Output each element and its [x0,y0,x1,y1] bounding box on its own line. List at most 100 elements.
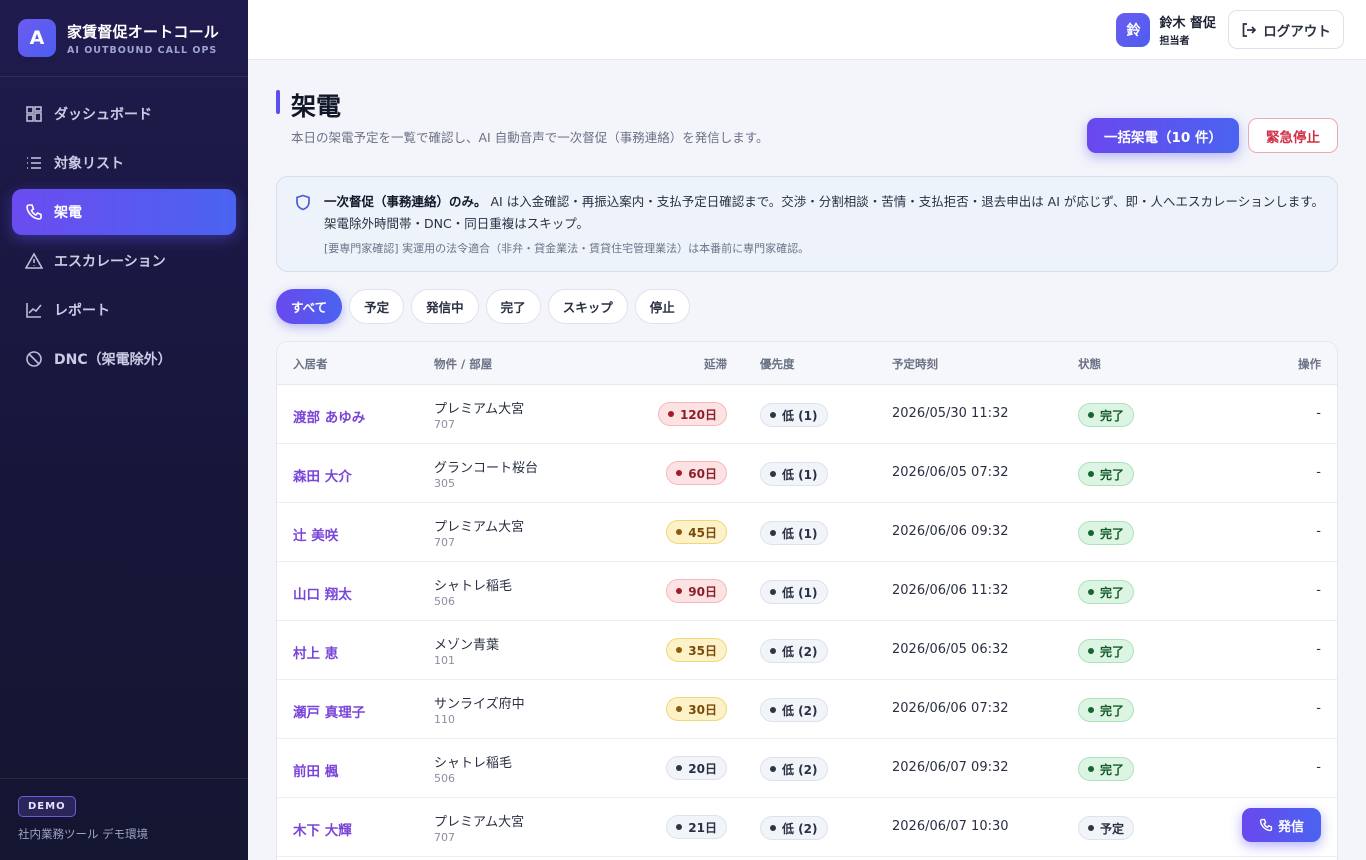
row-action: - [1316,465,1321,480]
status-badge: 完了 [1078,698,1135,722]
scheduled-time: 2026/06/05 06:32 [892,642,1009,657]
sidebar-item-escalation[interactable]: エスカレーション [12,238,236,284]
tenant-name-link[interactable]: 渡部 あゆみ [293,406,365,426]
sidebar-item-dashboard[interactable]: ダッシュボード [12,91,236,137]
tenant-name-link[interactable]: 村上 恵 [293,642,338,662]
table-row: 渡部 あゆみ プレミアム大宮 707 120日 低 (1) 2026/05/30… [277,385,1337,444]
property-name: サンライズ府中 [434,697,525,712]
status-badge: 完了 [1078,580,1135,604]
sidebar: A 家賃督促オートコール AI OUTBOUND CALL OPS ダッシュボー… [0,0,248,860]
main-content: 架電 本日の架電予定を一覧で確認し、AI 自動音声で一次督促（事務連絡）を発信し… [276,60,1338,860]
header-property: 物件 / 部屋 [434,357,493,371]
table-row: 辻 美咲 プレミアム大宮 707 45日 低 (1) 2026/06/06 09… [277,503,1337,562]
priority-badge: 低 (2) [760,816,828,840]
sidebar-item-target-list[interactable]: 対象リスト [12,140,236,186]
priority-badge: 低 (1) [760,462,828,486]
table-row: 村上 恵 メゾン青葉 101 35日 低 (2) 2026/06/05 06:3… [277,621,1337,680]
priority-badge: 低 (2) [760,757,828,781]
sidebar-item-report[interactable]: レポート [12,287,236,333]
filter-calling[interactable]: 発信中 [411,289,479,324]
page-header: 架電 本日の架電予定を一覧で確認し、AI 自動音声で一次督促（事務連絡）を発信し… [276,60,1338,176]
topbar: 鈴 鈴木 督促 担当者 ログアウト [248,0,1366,60]
table-header: 入居者 物件 / 部屋 延滞 優先度 予定時刻 状態 操作 [277,342,1337,385]
status-badge: 完了 [1078,757,1135,781]
tenant-name-link[interactable]: 前田 楓 [293,760,338,780]
filter-skipped[interactable]: スキップ [547,289,628,324]
tenant-name-link[interactable]: 山口 翔太 [293,583,352,603]
bulk-call-button[interactable]: 一括架電（10 件） [1087,118,1239,153]
scheduled-time: 2026/06/06 07:32 [892,701,1009,716]
header-name: 入居者 [293,357,328,371]
scheduled-time: 2026/06/06 11:32 [892,583,1009,598]
row-action: - [1316,642,1321,657]
sidebar-item-calls[interactable]: 架電 [12,189,236,235]
demo-badge: DEMO [18,796,76,817]
sidebar-item-label: 対象リスト [54,156,124,172]
delay-badge: 21日 [666,815,727,839]
status-badge: 完了 [1078,639,1135,663]
notice-lead: 一次督促（事務連絡）のみ。 [324,194,487,209]
sidebar-item-label: レポート [54,303,110,319]
page-subtitle: 本日の架電予定を一覧で確認し、AI 自動音声で一次督促（事務連絡）を発信します。 [291,130,769,145]
room-number: 707 [434,831,455,844]
dial-button[interactable]: 発信 [1242,808,1321,842]
status-badge: 完了 [1078,521,1135,545]
scheduled-time: 2026/06/06 09:32 [892,524,1009,539]
priority-badge: 低 (1) [760,521,828,545]
header-action: 操作 [1298,357,1321,371]
sidebar-item-label: ダッシュボード [54,107,152,123]
row-action: - [1316,701,1321,716]
table-row: 瀬戸 真理子 サンライズ府中 110 30日 低 (2) 2026/06/06 … [277,680,1337,739]
ban-icon [26,351,42,367]
user-info: 鈴 鈴木 督促 担当者 [1116,12,1216,47]
row-action: - [1316,406,1321,421]
sidebar-item-label: DNC（架電除外） [54,352,172,368]
brand-title: 家賃督促オートコール [67,22,220,41]
emergency-stop-button[interactable]: 緊急停止 [1248,118,1338,153]
tenant-name-link[interactable]: 瀬戸 真理子 [293,701,365,721]
room-number: 101 [434,654,455,667]
priority-badge: 低 (2) [760,639,828,663]
property-name: プレミアム大宮 [434,402,525,417]
logout-label: ログアウト [1263,23,1331,40]
filter-all[interactable]: すべて [276,289,343,324]
logout-button[interactable]: ログアウト [1228,10,1344,49]
room-number: 506 [434,595,455,608]
table-row: 森田 大介 グランコート桜台 305 60日 低 (1) 2026/06/05 … [277,444,1337,503]
avatar: 鈴 [1116,12,1151,47]
property-name: メゾン青葉 [434,638,500,653]
delay-badge: 45日 [666,520,727,544]
sidebar-item-label: エスカレーション [54,254,166,270]
dashboard-icon [26,106,42,122]
filter-stopped[interactable]: 停止 [634,289,690,324]
priority-badge: 低 (1) [760,403,828,427]
priority-badge: 低 (2) [760,698,828,722]
notice-text: 一次督促（事務連絡）のみ。 AI は入金確認・再振込案内・支払予定日確認まで。交… [324,191,1324,235]
list-icon [27,157,41,169]
filter-completed[interactable]: 完了 [485,289,541,324]
tenant-name-link[interactable]: 森田 大介 [293,465,352,485]
table-row: 木下 大輝 プレミアム大宮 707 21日 低 (2) 2026/06/07 1… [277,798,1337,857]
property-name: シャトレ稲毛 [434,579,513,594]
sidebar-item-dnc[interactable]: DNC（架電除外） [12,336,236,382]
delay-badge: 90日 [666,579,727,603]
title-accent-bar [276,90,280,114]
tenant-name-link[interactable]: 辻 美咲 [293,524,338,544]
priority-badge: 低 (1) [760,580,828,604]
filter-scheduled[interactable]: 予定 [349,289,405,324]
table-row: 山口 翔太 シャトレ稲毛 506 90日 低 (1) 2026/06/06 11… [277,562,1337,621]
brand-logo[interactable]: A [18,19,56,57]
property-name: プレミアム大宮 [434,520,525,535]
property-name: シャトレ稲毛 [434,756,513,771]
scheduled-time: 2026/05/30 11:32 [892,406,1009,421]
status-badge: 予定 [1078,816,1135,840]
delay-badge: 35日 [666,638,727,662]
header-priority: 優先度 [760,357,795,371]
delay-badge: 60日 [666,461,727,485]
delay-badge: 30日 [666,697,727,721]
tenant-name-link[interactable]: 木下 大輝 [293,819,352,839]
row-action: - [1316,583,1321,598]
room-number: 506 [434,772,455,785]
dial-button-label: 発信 [1277,819,1304,835]
phone-icon [26,204,42,220]
